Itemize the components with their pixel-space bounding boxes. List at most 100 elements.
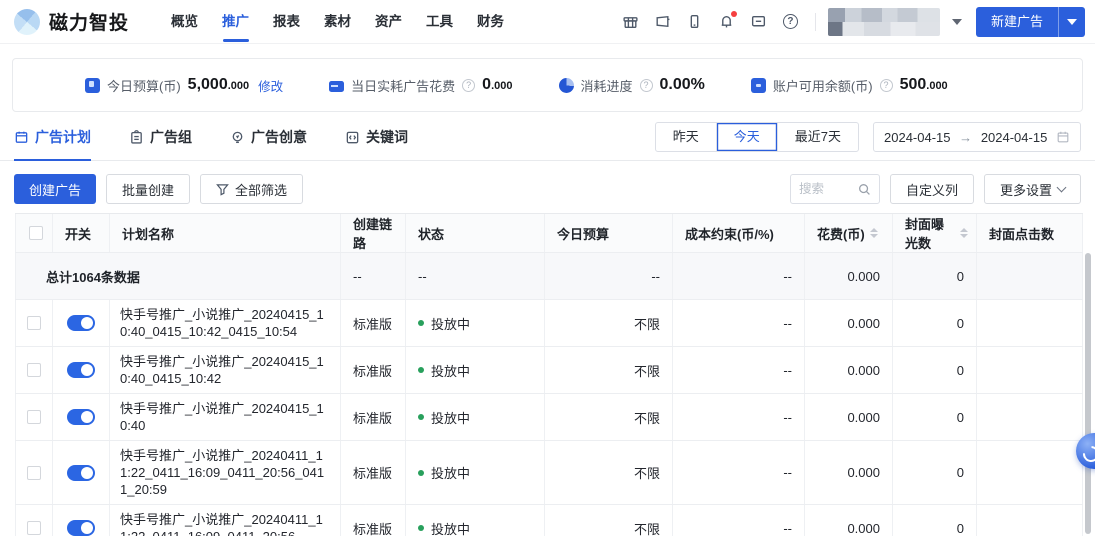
select-all-checkbox[interactable] bbox=[29, 226, 43, 240]
new-ad-dropdown-button[interactable] bbox=[1058, 6, 1085, 37]
plan-name-link[interactable]: 快手号推广_小说推广_20240415_10:40_0415_10:42_041… bbox=[110, 300, 341, 346]
table-row: 快手号推广_小说推广_20240411_11:22_0411_16:09_041… bbox=[15, 505, 1083, 536]
row-toggle-on[interactable] bbox=[67, 409, 95, 425]
batch-create-button[interactable]: 批量创建 bbox=[106, 174, 191, 204]
col-create-channel: 创建链路 bbox=[341, 214, 406, 252]
search-input[interactable] bbox=[798, 182, 858, 196]
col-cover-clicks: 封面点击数 bbox=[977, 214, 1083, 252]
row-toggle-on[interactable] bbox=[67, 315, 95, 331]
tab-ad-plan[interactable]: 广告计划 bbox=[14, 114, 91, 161]
sort-icon[interactable] bbox=[960, 228, 968, 238]
col-switch: 开关 bbox=[53, 214, 110, 252]
divider bbox=[814, 12, 816, 31]
row-checkbox[interactable] bbox=[27, 316, 41, 330]
col-today-budget: 今日预算 bbox=[545, 214, 673, 252]
nav-item-reports[interactable]: 报表 bbox=[261, 0, 312, 44]
calendar-icon bbox=[1056, 130, 1070, 144]
keyword-icon bbox=[346, 131, 359, 143]
help-icon[interactable]: ? bbox=[782, 13, 799, 30]
tab-keywords[interactable]: 关键词 bbox=[345, 114, 408, 160]
brand-name: 磁力智投 bbox=[49, 13, 130, 34]
modify-budget-link[interactable]: 修改 bbox=[258, 76, 283, 95]
help-circle-icon[interactable]: ? bbox=[462, 78, 476, 92]
new-ad-button[interactable]: 新建广告 bbox=[975, 6, 1058, 37]
tab-ad-group[interactable]: 广告组 bbox=[129, 114, 192, 160]
total-label: 总计1064条数据 bbox=[15, 253, 341, 299]
row-checkbox[interactable] bbox=[27, 465, 41, 480]
stat-available-balance: 账户可用余额(币) ? 500.000 bbox=[750, 76, 948, 95]
status-cell: 投放中 bbox=[406, 347, 545, 393]
start-date[interactable]: 2024-04-15 bbox=[884, 130, 951, 145]
preset-today[interactable]: 今天 bbox=[717, 123, 778, 151]
row-toggle-on[interactable] bbox=[67, 520, 95, 536]
nav-item-tools[interactable]: 工具 bbox=[414, 0, 465, 44]
top-bar-right: ? 新建广告 bbox=[607, 6, 1085, 37]
top-bar: 磁力智投 概览 推广 报表 素材 资产 工具 财务 ? 新建广告 bbox=[0, 0, 1095, 44]
preset-yesterday[interactable]: 昨天 bbox=[656, 123, 717, 151]
help-circle-icon[interactable]: ? bbox=[879, 78, 893, 92]
plan-name-link[interactable]: 快手号推广_小说推广_20240415_10:40_0415_10:42 bbox=[110, 347, 341, 393]
stat-value: 0 bbox=[482, 76, 492, 93]
tab-ad-creative[interactable]: 广告创意 bbox=[230, 114, 307, 160]
table-row: 快手号推广_小说推广_20240415_10:40_0415_10:42_041… bbox=[15, 300, 1083, 347]
nav-item-overview[interactable]: 概览 bbox=[159, 0, 210, 44]
nav-item-assets[interactable]: 资产 bbox=[363, 0, 414, 44]
magnetic-engine-app: 磁力智投 概览 推广 报表 素材 资产 工具 财务 ? 新建广告 今日预算(币)… bbox=[0, 0, 1095, 536]
filter-all-button[interactable]: 全部筛选 bbox=[200, 174, 304, 204]
gift-icon[interactable] bbox=[622, 13, 639, 30]
row-toggle-on[interactable] bbox=[67, 464, 95, 481]
brand: 磁力智投 bbox=[14, 8, 129, 35]
table-row: 快手号推广_小说推广_20240415_10:40_0415_10:42 标准版… bbox=[15, 347, 1083, 394]
nav-item-materials[interactable]: 素材 bbox=[312, 0, 363, 44]
plan-name-link[interactable]: 快手号推广_小说推广_20240415_10:40 bbox=[110, 394, 341, 440]
feedback-icon[interactable] bbox=[750, 13, 767, 30]
more-settings-button[interactable]: 更多设置 bbox=[983, 174, 1081, 204]
date-presets: 昨天 今天 最近7天 bbox=[654, 122, 859, 152]
stat-value: 5,000 bbox=[187, 76, 228, 93]
stat-value: 0.00% bbox=[659, 76, 705, 93]
plan-name-link[interactable]: 快手号推广_小说推广_20240411_11:22_0411_16:09_041… bbox=[110, 505, 341, 536]
user-account-masked[interactable] bbox=[827, 7, 940, 36]
stat-decimals: .000 bbox=[926, 80, 948, 92]
vertical-scrollbar[interactable] bbox=[1085, 253, 1091, 534]
stat-label: 当日实耗广告花费 bbox=[351, 78, 456, 94]
preset-last7days[interactable]: 最近7天 bbox=[778, 123, 858, 151]
date-range-picker[interactable]: 2024-04-15 → 2024-04-15 bbox=[873, 122, 1081, 152]
status-dot-icon bbox=[418, 525, 424, 531]
end-date[interactable]: 2024-04-15 bbox=[981, 130, 1048, 145]
help-circle-icon[interactable]: ? bbox=[639, 78, 653, 92]
col-plan-name: 计划名称 bbox=[110, 214, 341, 252]
table-row: 快手号推广_小说推广_20240415_10:40 标准版 投放中 不限 -- … bbox=[15, 394, 1083, 441]
search-icon[interactable] bbox=[858, 183, 871, 196]
balance-wallet-icon bbox=[750, 77, 766, 93]
col-status: 状态 bbox=[406, 214, 545, 252]
status-dot-icon bbox=[418, 320, 424, 326]
custom-columns-button[interactable]: 自定义列 bbox=[889, 174, 974, 204]
status-cell: 投放中 bbox=[406, 394, 545, 440]
campaign-table: 开关 计划名称 创建链路 状态 今日预算 成本约束(币/%) 花费(币) 封面曝… bbox=[15, 213, 1083, 536]
ad-plan-icon bbox=[15, 131, 28, 143]
plan-name-link[interactable]: 快手号推广_小说推广_20240411_11:22_0411_16:09_041… bbox=[110, 441, 341, 504]
progress-pie-icon bbox=[558, 77, 574, 93]
row-checkbox[interactable] bbox=[27, 521, 41, 535]
toolbar-right: 自定义列 更多设置 bbox=[789, 174, 1081, 204]
date-filter: 昨天 今天 最近7天 2024-04-15 → 2024-04-15 bbox=[654, 122, 1081, 152]
row-toggle-on[interactable] bbox=[67, 362, 95, 378]
row-checkbox[interactable] bbox=[27, 410, 41, 424]
funnel-icon bbox=[216, 183, 229, 196]
stat-decimals: .000 bbox=[227, 80, 250, 92]
row-checkbox[interactable] bbox=[27, 363, 41, 377]
status-dot-icon bbox=[418, 469, 424, 476]
sort-icon[interactable] bbox=[869, 228, 878, 238]
ad-creative-icon bbox=[232, 131, 243, 143]
stat-label: 今日预算(币) bbox=[107, 78, 181, 94]
mobile-icon[interactable] bbox=[686, 13, 703, 30]
nav-item-finance[interactable]: 财务 bbox=[465, 0, 516, 44]
caret-down-icon bbox=[1067, 18, 1077, 25]
create-ad-button[interactable]: 创建广告 bbox=[14, 174, 97, 204]
screen-icon[interactable] bbox=[654, 13, 671, 30]
notification-badge bbox=[730, 11, 737, 17]
nav-item-promotion[interactable]: 推广 bbox=[210, 0, 261, 44]
account-caret-icon[interactable] bbox=[951, 18, 962, 25]
notification-bell-icon[interactable] bbox=[718, 11, 737, 30]
